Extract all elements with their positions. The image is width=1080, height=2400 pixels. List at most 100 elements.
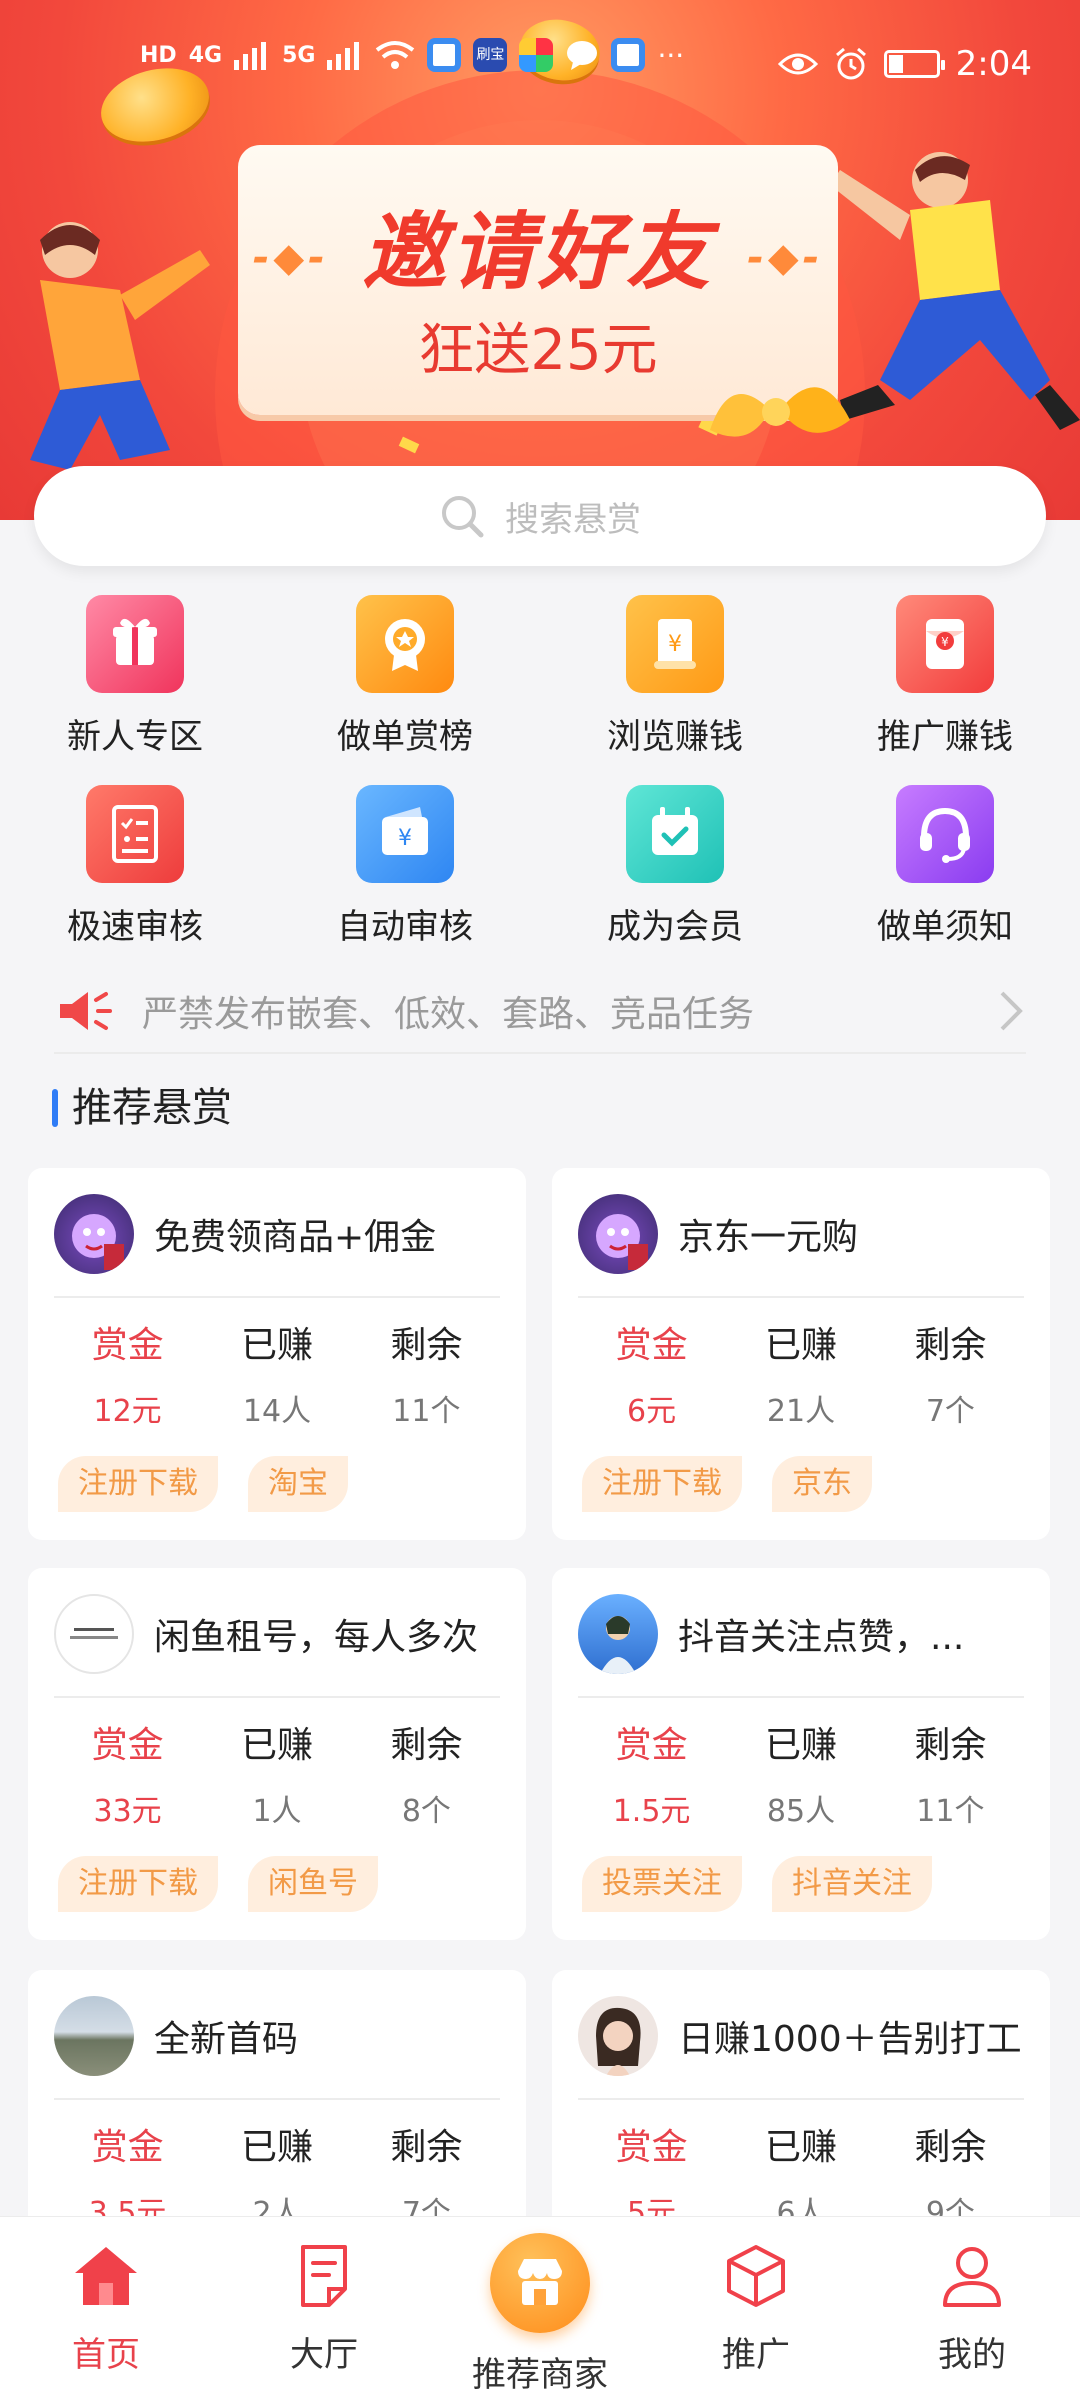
divider [578,1696,1024,1698]
menu-fast-review[interactable]: 极速审核 [35,785,235,948]
menu-become-member[interactable]: 成为会员 [575,785,775,948]
remaining-label: 剩余 [914,2127,987,2168]
remaining-label: 剩余 [390,1325,463,1366]
reward-card[interactable]: 免费领商品+佣金 赏金 12元 已赚 14人 剩余 11个 注册下载 淘宝 [28,1168,526,1540]
calendar-check-icon [626,785,724,883]
notice-bar[interactable]: 严禁发布嵌套、低效、套路、竞品任务 [54,970,1026,1054]
medal-icon [356,595,454,693]
search-bar[interactable]: 搜索悬赏 [34,466,1046,566]
menu-label: 极速审核 [67,907,203,947]
reward-label: 赏金 [615,1725,688,1766]
hd-indicator: HD [140,42,177,68]
earned-value: 85人 [766,1794,836,1829]
card-tag: 投票关注 [582,1856,742,1912]
card-tag: 注册下载 [58,1456,218,1512]
card-title: 全新首码 [154,2019,299,2060]
card-title: 京东一元购 [678,1217,859,1258]
reward-label: 赏金 [91,1725,164,1766]
avatar [54,1996,134,2076]
notice-text: 严禁发布嵌套、低效、套路、竞品任务 [142,994,755,1035]
tab-label: 推荐商家 [472,2355,608,2395]
card-tag: 注册下载 [58,1856,218,1912]
tab-label: 推广 [722,2335,790,2375]
document-icon [301,2245,347,2307]
menu-label: 浏览赚钱 [607,717,743,757]
alarm-icon [835,47,866,80]
card-title: 闲鱼租号，每人多次 [154,1617,479,1658]
reward-card[interactable]: 京东一元购 赏金 6元 已赚 21人 剩余 7个 注册下载 京东 [552,1168,1050,1540]
chevron-right-icon [1000,991,1023,1031]
menu-browse-earn[interactable]: ¥ 浏览赚钱 [575,595,775,758]
card-title: 日赚1000＋告别打工 [678,2019,1022,2060]
menu-promote-earn[interactable]: ¥ 推广赚钱 [845,595,1045,758]
wifi-icon [376,41,415,69]
earned-label: 已赚 [764,2127,837,2168]
earned-label: 已赚 [764,1325,837,1366]
remaining-value: 11个 [916,1794,985,1829]
checklist-icon [86,785,184,883]
battery-icon [883,50,945,78]
remaining-label: 剩余 [390,2127,463,2168]
app-notification-icon [427,38,462,72]
tab-recommended-merchants[interactable]: 推荐商家 [440,2233,640,2396]
earned-value: 14人 [242,1394,312,1429]
headset-icon [896,785,994,883]
remaining-value: 8个 [401,1794,451,1829]
reward-value: 33元 [93,1794,162,1829]
tab-label: 大厅 [290,2335,358,2375]
avatar [578,1996,658,2076]
remaining-label: 剩余 [914,1325,987,1366]
card-tag: 京东 [772,1456,872,1512]
earned-value: 1人 [252,1794,302,1829]
search-icon [442,496,484,538]
card-title: 抖音关注点赞，... [678,1617,965,1658]
remaining-value: 11个 [392,1394,461,1429]
section-title: 推荐悬赏 [52,1085,232,1131]
menu-label: 推广赚钱 [877,717,1013,757]
store-icon [490,2233,590,2333]
menu-order-notice[interactable]: 做单须知 [845,785,1045,948]
tab-home[interactable]: 首页 [6,2243,206,2376]
remaining-label: 剩余 [914,1725,987,1766]
card-tag: 抖音关注 [772,1856,932,1912]
card-tag: 注册下载 [582,1456,742,1512]
avatar [54,1194,134,1274]
reward-card[interactable]: 闲鱼租号，每人多次 赏金 33元 已赚 1人 剩余 8个 注册下载 闲鱼号 [28,1568,526,1940]
runner-left-illustration [30,222,210,470]
menu-auto-review[interactable]: ¥ 自动审核 [305,785,505,948]
cube-icon [727,2245,785,2307]
banner-title: -◆- 邀请好友 -◆- [252,203,824,301]
app-notification-icon: 刷宝 [473,38,508,72]
tab-label: 首页 [72,2335,140,2375]
earned-label: 已赚 [240,1325,313,1366]
menu-label: 自动审核 [337,907,473,947]
menu-label: 做单赏榜 [337,717,473,757]
divider [54,2098,500,2100]
tab-profile[interactable]: 我的 [872,2243,1072,2376]
reward-label: 赏金 [615,1325,688,1366]
reward-card[interactable]: 抖音关注点赞，... 赏金 1.5元 已赚 85人 剩余 11个 投票关注 抖音关注 [552,1568,1050,1940]
more-notifications-icon: ··· [657,38,685,72]
earned-label: 已赚 [240,1725,313,1766]
app-notification-icon [519,38,554,72]
svg-text:¥: ¥ [941,635,949,649]
avatar [578,1194,658,1274]
earned-label: 已赚 [764,1725,837,1766]
menu-order-ranking[interactable]: 做单赏榜 [305,595,505,758]
scroll-yuan-icon: ¥ [626,595,724,693]
status-time: 2:04 [955,44,1032,84]
avatar [54,1594,134,1674]
menu-newcomer-zone[interactable]: 新人专区 [35,595,235,758]
card-tag: 淘宝 [248,1456,348,1512]
reward-label: 赏金 [91,1325,164,1366]
network-5g-indicator: 5G [282,42,316,68]
app-notification-icon [611,38,646,72]
tab-hall[interactable]: 大厅 [224,2243,424,2376]
tab-promote[interactable]: 推广 [656,2243,856,2376]
earned-label: 已赚 [240,2127,313,2168]
reward-value: 12元 [93,1394,162,1429]
remaining-label: 剩余 [390,1725,463,1766]
reward-value: 6元 [627,1394,677,1429]
ribbon-decoration [710,387,850,437]
reward-value: 1.5元 [612,1794,691,1829]
